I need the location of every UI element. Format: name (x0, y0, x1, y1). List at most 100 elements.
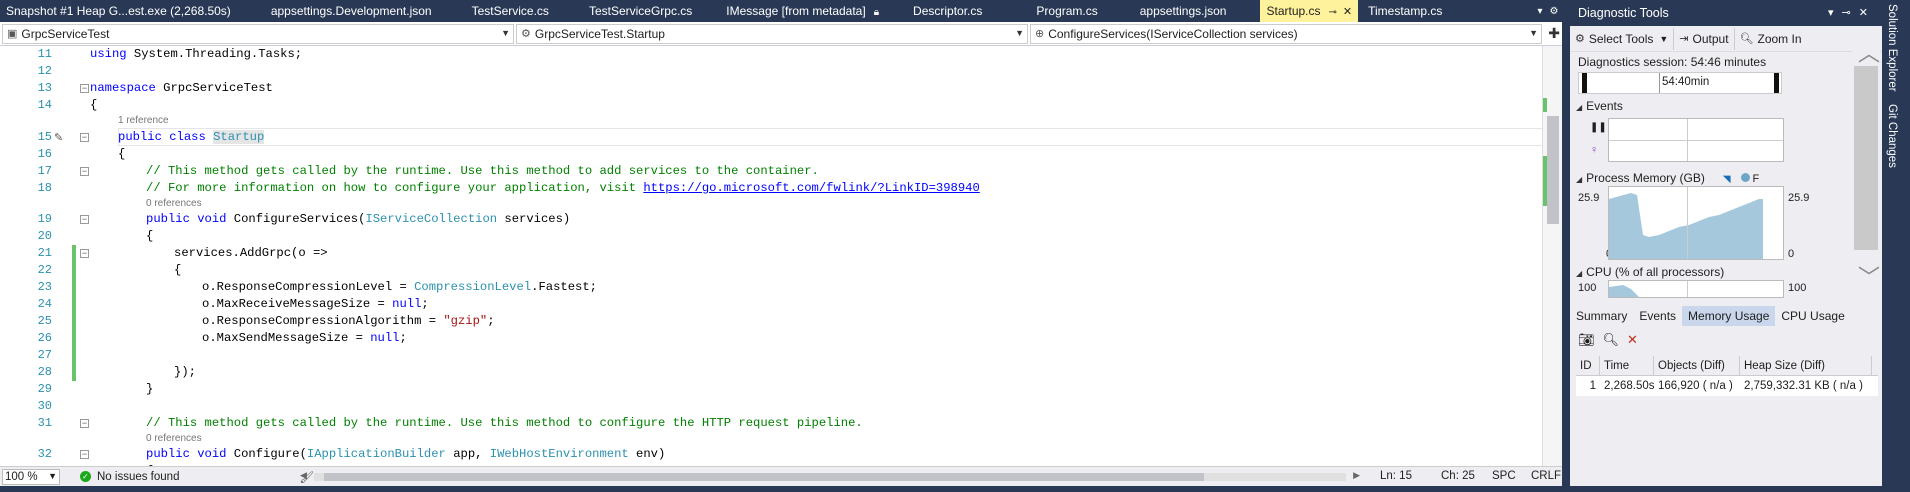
tab-testservice[interactable]: TestService.cs (466, 0, 555, 22)
type-name: IWebHostEnvironment (489, 447, 629, 461)
timeline-label: 54:40min (1662, 76, 1710, 88)
codelens-references[interactable]: 0 references (146, 432, 202, 446)
table-row[interactable]: 1 2,268.50s 166,920 ( n/a ) 2,759,332.31… (1576, 376, 1878, 396)
tab-controls: ▾ ⚙ (1534, 0, 1562, 22)
code-editor[interactable]: 11 12 13 14 15 16 17 18 19 20 21 22 23 2… (0, 46, 1562, 466)
document-tab-strip: Snapshot #1 Heap G...est.exe (2,268.50s)… (0, 0, 1562, 22)
collapse-icon: ◢ (1576, 103, 1583, 112)
project-dropdown[interactable]: ▣ GrpcServiceTest ▼ (2, 23, 514, 44)
issues-indicator[interactable]: ✓ No issues found (80, 471, 179, 483)
tab-events[interactable]: Events (1633, 306, 1682, 326)
memory-toolbar: 📷︎ 🔍︎ ✕ (1578, 332, 1638, 348)
zoom-dropdown[interactable]: 100 % ▼ (2, 468, 60, 485)
scrollbar-thumb[interactable] (324, 473, 1204, 481)
line-ending[interactable]: CRLF (1531, 470, 1561, 482)
diagnostic-scrollbar[interactable]: ︿ ﹀ (1852, 26, 1880, 308)
grid-line (1687, 281, 1688, 297)
cell-objects[interactable]: 166,920 ( n/a ) (1654, 376, 1740, 396)
class-dropdown[interactable]: ⚙ GrpcServiceTest.Startup ▼ (516, 23, 1028, 44)
fold-toggle-icon[interactable]: − (80, 167, 89, 176)
tab-summary[interactable]: Summary (1570, 306, 1633, 326)
tab-memory-usage[interactable]: Memory Usage (1682, 306, 1776, 326)
csharp-project-icon: ▣ (7, 28, 18, 40)
tab-appsettings-development[interactable]: appsettings.Development.json (265, 0, 438, 22)
keyword: null (392, 297, 422, 311)
fold-toggle-icon[interactable]: − (80, 419, 89, 428)
timeline-left-handle[interactable] (1582, 73, 1587, 93)
cell-heap-size[interactable]: 2,759,332.31 KB ( n/a ) (1740, 376, 1872, 396)
fold-toggle-icon[interactable]: − (80, 450, 89, 459)
gear-icon[interactable]: ⚙ (1550, 6, 1559, 17)
column-header-objects[interactable]: Objects (Diff) (1654, 356, 1740, 375)
zoom-in-button[interactable]: 🔍︎ Zoom In (1735, 28, 1807, 50)
tab-label: Snapshot #1 Heap G...est.exe (2,268.50s) (6, 4, 231, 18)
events-section-header[interactable]: ◢ Events (1570, 98, 1882, 114)
codelens-references[interactable]: 1 reference (118, 114, 169, 128)
tab-overflow-icon[interactable]: ▾ (1538, 6, 1543, 17)
scrollbar-thumb[interactable] (1854, 66, 1878, 250)
whitespace-mode[interactable]: SPC (1492, 470, 1516, 482)
camera-icon[interactable]: 📷︎ (1578, 332, 1595, 348)
legend-swatch (1740, 173, 1750, 182)
delete-icon[interactable]: ✕ (1627, 332, 1638, 348)
horizontal-scrollbar[interactable]: ◀ ▶ (300, 470, 1360, 483)
fold-toggle-icon[interactable]: − (80, 84, 89, 93)
chevron-down-icon[interactable]: ﹀ (1858, 260, 1880, 292)
column-header-time[interactable]: Time (1600, 356, 1654, 375)
split-editor-icon[interactable]: ✚ (1548, 25, 1560, 42)
git-changes-tab[interactable]: Git Changes (1886, 104, 1898, 168)
tab-descriptor[interactable]: Descriptor.cs (907, 0, 988, 22)
tab-label: IMessage [from metadata] (726, 4, 866, 18)
fold-toggle-icon[interactable]: − (80, 133, 89, 142)
scroll-left-icon[interactable]: ◀ (300, 470, 307, 481)
chevron-down-icon: ▼ (48, 470, 57, 481)
fold-toggle-icon[interactable]: − (80, 215, 89, 224)
codelens-references[interactable]: 0 references (146, 197, 202, 211)
axis-max-label: 100 (1788, 282, 1807, 294)
tab-snapshot[interactable]: Snapshot #1 Heap G...est.exe (2,268.50s) (0, 0, 237, 22)
search-icon[interactable]: 🔍︎ (1603, 332, 1620, 348)
tab-startup[interactable]: Startup.cs ⊸ ✕ (1260, 0, 1359, 22)
cpu-graph[interactable] (1608, 280, 1784, 298)
tab-timestamp[interactable]: Timestamp.cs (1362, 0, 1448, 22)
tab-program[interactable]: Program.cs (1030, 0, 1103, 22)
tab-cpu-usage[interactable]: CPU Usage (1775, 306, 1850, 326)
tab-imessage[interactable]: IMessage [from metadata] 🔒︎ (720, 0, 885, 22)
code-text-span: services) (497, 212, 571, 226)
select-tools-button[interactable]: ⚙ Select Tools ▼ (1570, 27, 1675, 50)
code-text-span: System.Threading.Tasks; (126, 47, 303, 61)
keyword: public void (146, 447, 227, 461)
output-button[interactable]: ⇥ Output (1674, 27, 1735, 50)
tab-label: TestService.cs (471, 4, 549, 18)
timeline-ruler[interactable]: 54:40min (1578, 72, 1782, 94)
process-memory-section-header[interactable]: ◢ Process Memory (GB) ◥ F (1570, 170, 1759, 186)
section-label: Events (1586, 99, 1623, 113)
close-icon[interactable]: ✕ (1343, 6, 1352, 18)
edit-brush-icon[interactable]: ✎ (54, 131, 63, 144)
chevron-up-icon[interactable]: ︿ (1858, 36, 1880, 68)
events-track[interactable] (1608, 118, 1784, 162)
vertical-scrollbar[interactable] (1542, 46, 1562, 466)
change-indicator-bar (72, 245, 76, 381)
column-indicator[interactable]: Ch: 25 (1441, 470, 1475, 482)
code-text[interactable]: using System.Threading.Tasks; namespace … (90, 46, 1540, 466)
line-indicator[interactable]: Ln: 15 (1380, 470, 1412, 482)
scroll-right-icon[interactable]: ▶ (1353, 470, 1360, 481)
fwlink-link[interactable]: https://go.microsoft.com/fwlink/?LinkID=… (643, 181, 979, 195)
panel-window-controls[interactable]: ▾⊸✕ (1828, 0, 1876, 26)
diagnostic-tabs: Summary Events Memory Usage CPU Usage (1570, 306, 1882, 326)
solution-explorer-tab[interactable]: Solution Explorer (1886, 4, 1898, 92)
column-header-id[interactable]: ID (1576, 356, 1600, 375)
member-dropdown[interactable]: ⊕ ConfigureServices(IServiceCollection s… (1030, 23, 1542, 44)
keyword: namespace (90, 81, 156, 95)
fold-toggle-icon[interactable]: − (80, 249, 89, 258)
tab-appsettings[interactable]: appsettings.json (1134, 0, 1233, 22)
code-line: // For more information on how to config… (146, 180, 980, 197)
cpu-section-header[interactable]: ◢ CPU (% of all processors) (1570, 264, 1724, 280)
column-header-heap-size[interactable]: Heap Size (Diff) (1740, 356, 1872, 375)
scrollbar-thumb[interactable] (1547, 116, 1559, 224)
process-memory-graph[interactable] (1608, 186, 1784, 260)
tab-testservicegrpc[interactable]: TestServiceGrpc.cs (583, 0, 698, 22)
pin-icon[interactable]: ⊸ (1329, 7, 1337, 18)
timeline-right-handle[interactable] (1774, 73, 1779, 93)
